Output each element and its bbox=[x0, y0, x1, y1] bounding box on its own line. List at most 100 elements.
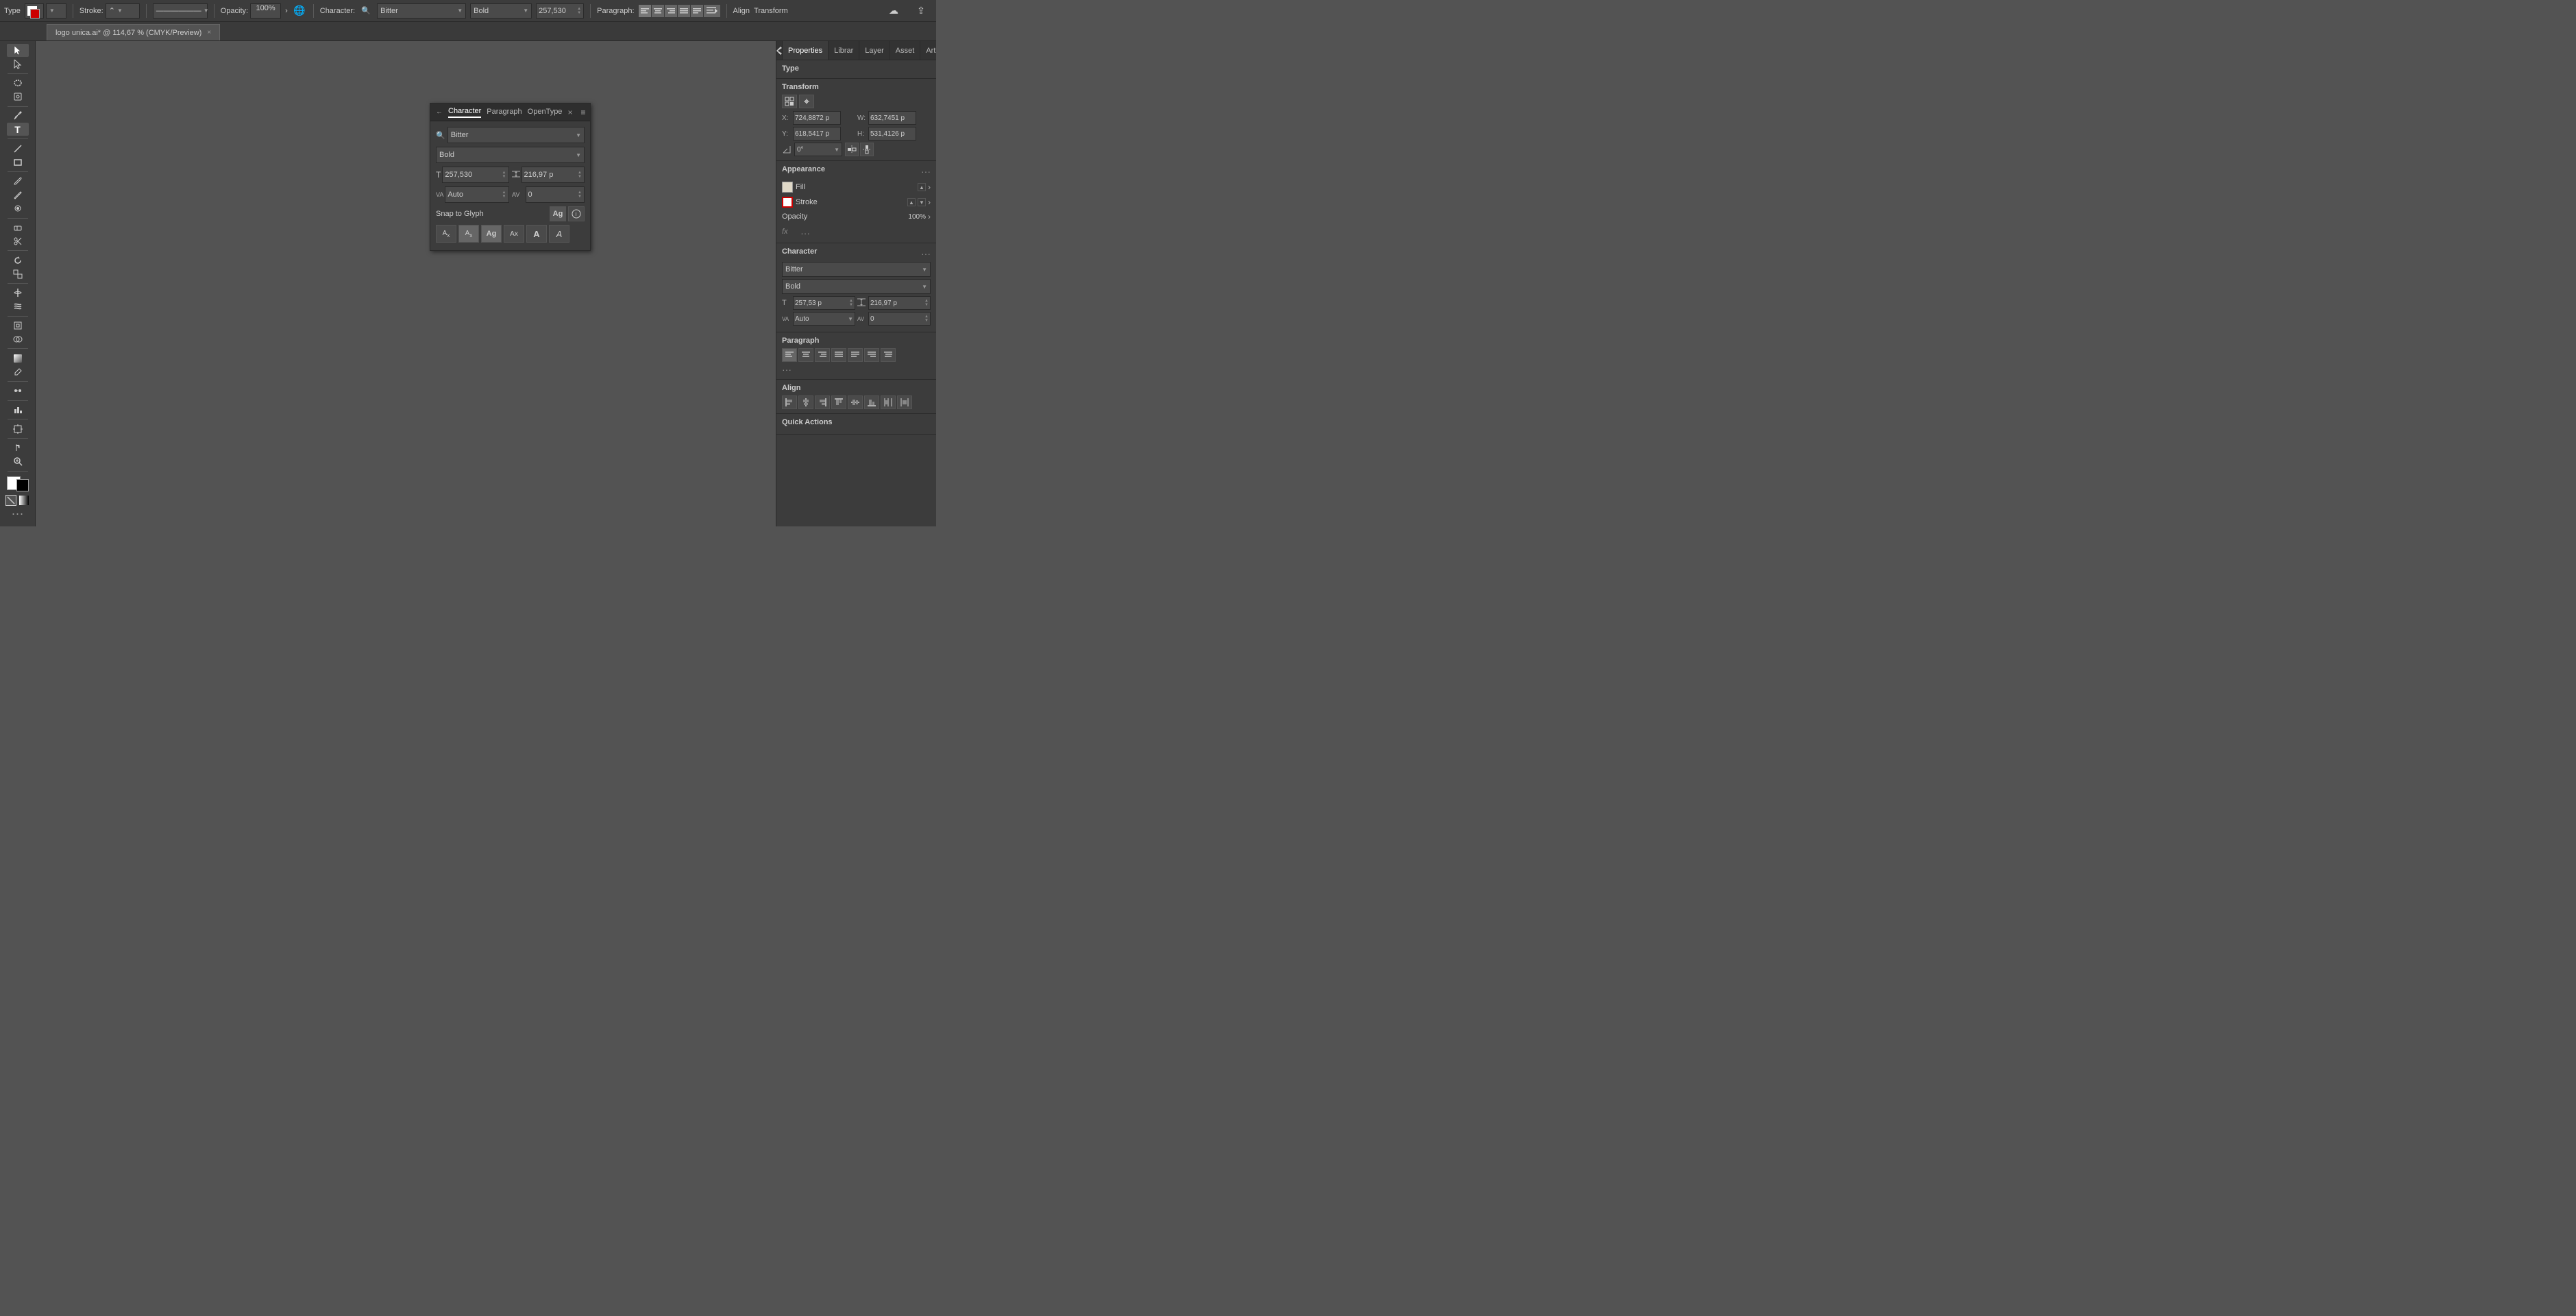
paragraph-more-icon[interactable]: ··· bbox=[782, 364, 931, 375]
glyph-a-bold-btn[interactable]: A bbox=[526, 225, 547, 243]
align-button[interactable]: Align bbox=[733, 7, 750, 15]
stroke-spinner-up[interactable]: ▲ bbox=[907, 198, 916, 206]
para-align-justify-all-btn[interactable] bbox=[848, 348, 863, 362]
panel-tab-libraries[interactable]: Librar bbox=[829, 41, 859, 60]
eraser-tool[interactable] bbox=[7, 221, 29, 234]
font-style-dropdown[interactable]: Bold ▼ bbox=[470, 3, 532, 19]
char-more-btn[interactable]: ··· bbox=[921, 248, 931, 259]
stroke-swatch[interactable] bbox=[782, 197, 793, 208]
char-panel-leading-input[interactable]: 216,97 p ▲▼ bbox=[522, 167, 585, 183]
distribute-left-btn[interactable] bbox=[881, 395, 896, 409]
stroke-color-swatch[interactable] bbox=[16, 479, 29, 491]
align-center-h-btn[interactable] bbox=[798, 395, 813, 409]
type-tool[interactable]: T bbox=[7, 123, 29, 136]
blend-tool[interactable] bbox=[7, 385, 29, 398]
none-icon[interactable] bbox=[5, 495, 16, 506]
para-align-justify-btn[interactable] bbox=[831, 348, 846, 362]
opacity-expand-btn[interactable]: › bbox=[928, 212, 931, 221]
panel-tab-layers[interactable]: Layer bbox=[859, 41, 890, 60]
lasso-tool[interactable] bbox=[7, 77, 29, 90]
color-swatches[interactable] bbox=[7, 476, 29, 491]
flip-vertical-icon[interactable] bbox=[860, 143, 874, 156]
angle-input[interactable]: 0° ▼ bbox=[794, 143, 842, 156]
line-tool[interactable] bbox=[7, 142, 29, 155]
y-input[interactable] bbox=[793, 127, 841, 141]
opacity-expand[interactable]: › bbox=[285, 7, 288, 15]
char-prop-kerning-input[interactable]: 0 ▲▼ bbox=[868, 312, 931, 326]
glyph-ag-box-btn[interactable]: Ag bbox=[481, 225, 502, 243]
h-input[interactable] bbox=[868, 127, 916, 141]
fill-expand-btn[interactable]: › bbox=[928, 182, 931, 192]
para-align-justify-right-btn[interactable] bbox=[864, 348, 879, 362]
select-tool[interactable] bbox=[7, 44, 29, 57]
stroke-arrow-dropdown[interactable]: ▼ bbox=[46, 3, 66, 19]
zoom-tool[interactable] bbox=[7, 455, 29, 468]
panel-tab-asset[interactable]: Asset bbox=[890, 41, 921, 60]
scissors-tool[interactable] bbox=[7, 234, 29, 247]
snap-ag-icon[interactable]: Ag bbox=[550, 206, 566, 221]
align-right-edge-btn[interactable] bbox=[815, 395, 830, 409]
char-panel-kerning-input[interactable]: 0 ▲▼ bbox=[526, 186, 585, 203]
char-prop-font-dropdown[interactable]: Bitter ▼ bbox=[782, 262, 931, 277]
share-icon[interactable]: ⇪ bbox=[910, 1, 932, 21]
fx-button[interactable]: fx bbox=[782, 226, 796, 239]
para-align-center-btn[interactable] bbox=[798, 348, 813, 362]
rectangle-tool[interactable] bbox=[7, 156, 29, 169]
align-left-edge-btn[interactable] bbox=[782, 395, 797, 409]
align-center-icon[interactable] bbox=[652, 5, 664, 17]
profile-icon[interactable]: 🌐 bbox=[292, 3, 307, 19]
eyedropper-tool[interactable] bbox=[7, 365, 29, 378]
w-input[interactable] bbox=[868, 111, 916, 125]
gradient-tool[interactable] bbox=[7, 352, 29, 365]
char-panel-style-dropdown[interactable]: Bold ▼ bbox=[436, 147, 585, 163]
char-panel-font-input[interactable]: Bitter ▼ bbox=[447, 127, 585, 143]
rotate-tool[interactable] bbox=[7, 90, 29, 103]
char-panel-more-btn[interactable]: ≡ bbox=[580, 108, 585, 117]
warp-tool[interactable] bbox=[7, 300, 29, 313]
fill-spinner-up[interactable]: ▲ bbox=[918, 183, 926, 191]
char-prop-tracking-input[interactable]: Auto ▼ bbox=[793, 312, 855, 326]
transform-link-icon[interactable] bbox=[799, 95, 814, 108]
panel-tab-artboard[interactable]: Artbc bbox=[920, 41, 936, 60]
pen-tool[interactable] bbox=[7, 109, 29, 122]
char-prop-style-dropdown[interactable]: Bold ▼ bbox=[782, 279, 931, 294]
appearance-more-btn[interactable]: ··· bbox=[921, 166, 931, 177]
font-name-dropdown[interactable]: Bitter ▼ bbox=[377, 3, 466, 19]
gradient-color-icon[interactable] bbox=[19, 495, 29, 506]
transform-point-icon[interactable] bbox=[782, 95, 797, 108]
align-top-edge-btn[interactable] bbox=[831, 395, 846, 409]
paintbrush-tool[interactable] bbox=[7, 175, 29, 188]
panel-collapse-btn[interactable] bbox=[776, 41, 783, 60]
char-panel-tab-character[interactable]: Character bbox=[448, 107, 481, 118]
flip-horizontal-icon[interactable] bbox=[845, 143, 859, 156]
glyph-a-italic-btn[interactable]: A bbox=[549, 225, 569, 243]
align-left-icon[interactable] bbox=[639, 5, 651, 17]
variable-width-dropdown[interactable]: —————— ▼ bbox=[153, 3, 208, 19]
shape-builder-tool[interactable] bbox=[7, 332, 29, 345]
font-search-icon[interactable]: 🔍 bbox=[359, 4, 373, 18]
snap-info-icon[interactable]: i bbox=[568, 206, 585, 221]
stroke-dropdown[interactable]: ⌃ ▼ bbox=[106, 3, 140, 19]
align-force-justify-icon[interactable] bbox=[691, 5, 703, 17]
document-tab[interactable]: logo unica.ai* @ 114,67 % (CMYK/Preview)… bbox=[47, 24, 220, 40]
stroke-spinner-down[interactable]: ▼ bbox=[918, 198, 926, 206]
x-input[interactable] bbox=[793, 111, 841, 125]
char-panel-tab-opentype[interactable]: OpenType bbox=[528, 108, 563, 117]
more-tools-dots[interactable]: ··· bbox=[12, 507, 24, 521]
char-panel-back[interactable]: ← bbox=[436, 108, 443, 116]
graph-tool[interactable] bbox=[7, 403, 29, 416]
align-justify-icon[interactable] bbox=[678, 5, 690, 17]
char-panel-size-input[interactable]: 257,530 ▲▼ bbox=[442, 167, 508, 183]
para-align-right-btn[interactable] bbox=[815, 348, 830, 362]
artboard-tool[interactable] bbox=[7, 422, 29, 435]
tab-close-button[interactable]: × bbox=[207, 29, 211, 36]
panel-tab-properties[interactable]: Properties bbox=[783, 41, 829, 60]
direct-select-tool[interactable] bbox=[7, 58, 29, 71]
transform-button[interactable]: Transform bbox=[754, 7, 788, 15]
distribute-more-btn[interactable] bbox=[897, 395, 912, 409]
opacity-input[interactable]: 100% bbox=[250, 3, 281, 19]
font-size-field[interactable]: 257,530 ▲ ▼ bbox=[536, 3, 584, 19]
width-tool[interactable] bbox=[7, 287, 29, 300]
char-panel-tracking-input[interactable]: Auto ▲▼ bbox=[445, 186, 508, 203]
align-right-icon[interactable] bbox=[665, 5, 677, 17]
